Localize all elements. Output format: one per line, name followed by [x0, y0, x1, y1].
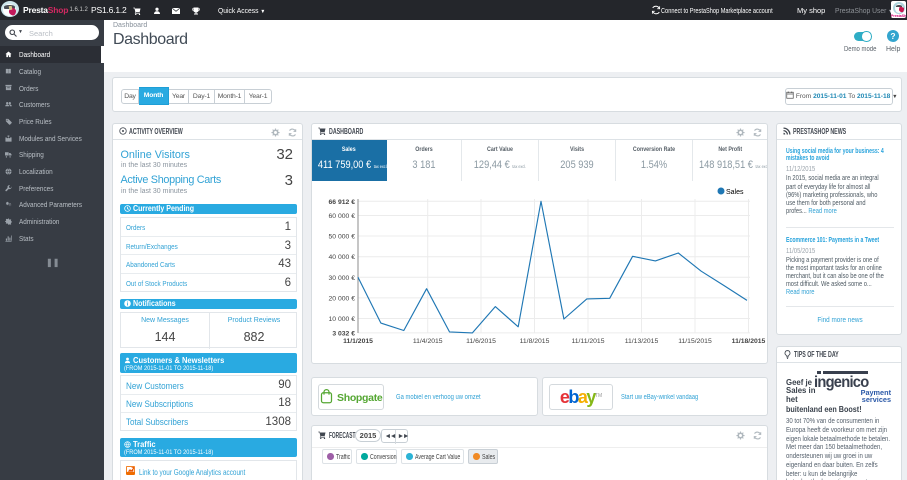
svg-text:11/13/2015: 11/13/2015 [625, 338, 659, 345]
svg-text:3 032 €: 3 032 € [332, 330, 355, 337]
svg-text:11/4/2015: 11/4/2015 [413, 338, 443, 345]
svg-text:Sales: Sales [726, 189, 744, 196]
svg-text:20 000 €: 20 000 € [329, 295, 356, 302]
svg-text:30 000 €: 30 000 € [329, 275, 356, 282]
svg-text:50 000 €: 50 000 € [329, 234, 356, 241]
svg-text:60 000 €: 60 000 € [329, 213, 356, 220]
svg-text:11/18/2015: 11/18/2015 [732, 338, 766, 345]
svg-text:11/8/2015: 11/8/2015 [520, 338, 550, 345]
svg-text:40 000 €: 40 000 € [329, 254, 356, 261]
svg-text:66 912 €: 66 912 € [329, 199, 356, 206]
svg-text:11/6/2015: 11/6/2015 [466, 338, 496, 345]
svg-text:11/15/2015: 11/15/2015 [678, 338, 712, 345]
svg-text:11/11/2015: 11/11/2015 [571, 338, 604, 345]
svg-text:11/1/2015: 11/1/2015 [343, 338, 373, 345]
svg-text:10 000 €: 10 000 € [329, 316, 356, 323]
